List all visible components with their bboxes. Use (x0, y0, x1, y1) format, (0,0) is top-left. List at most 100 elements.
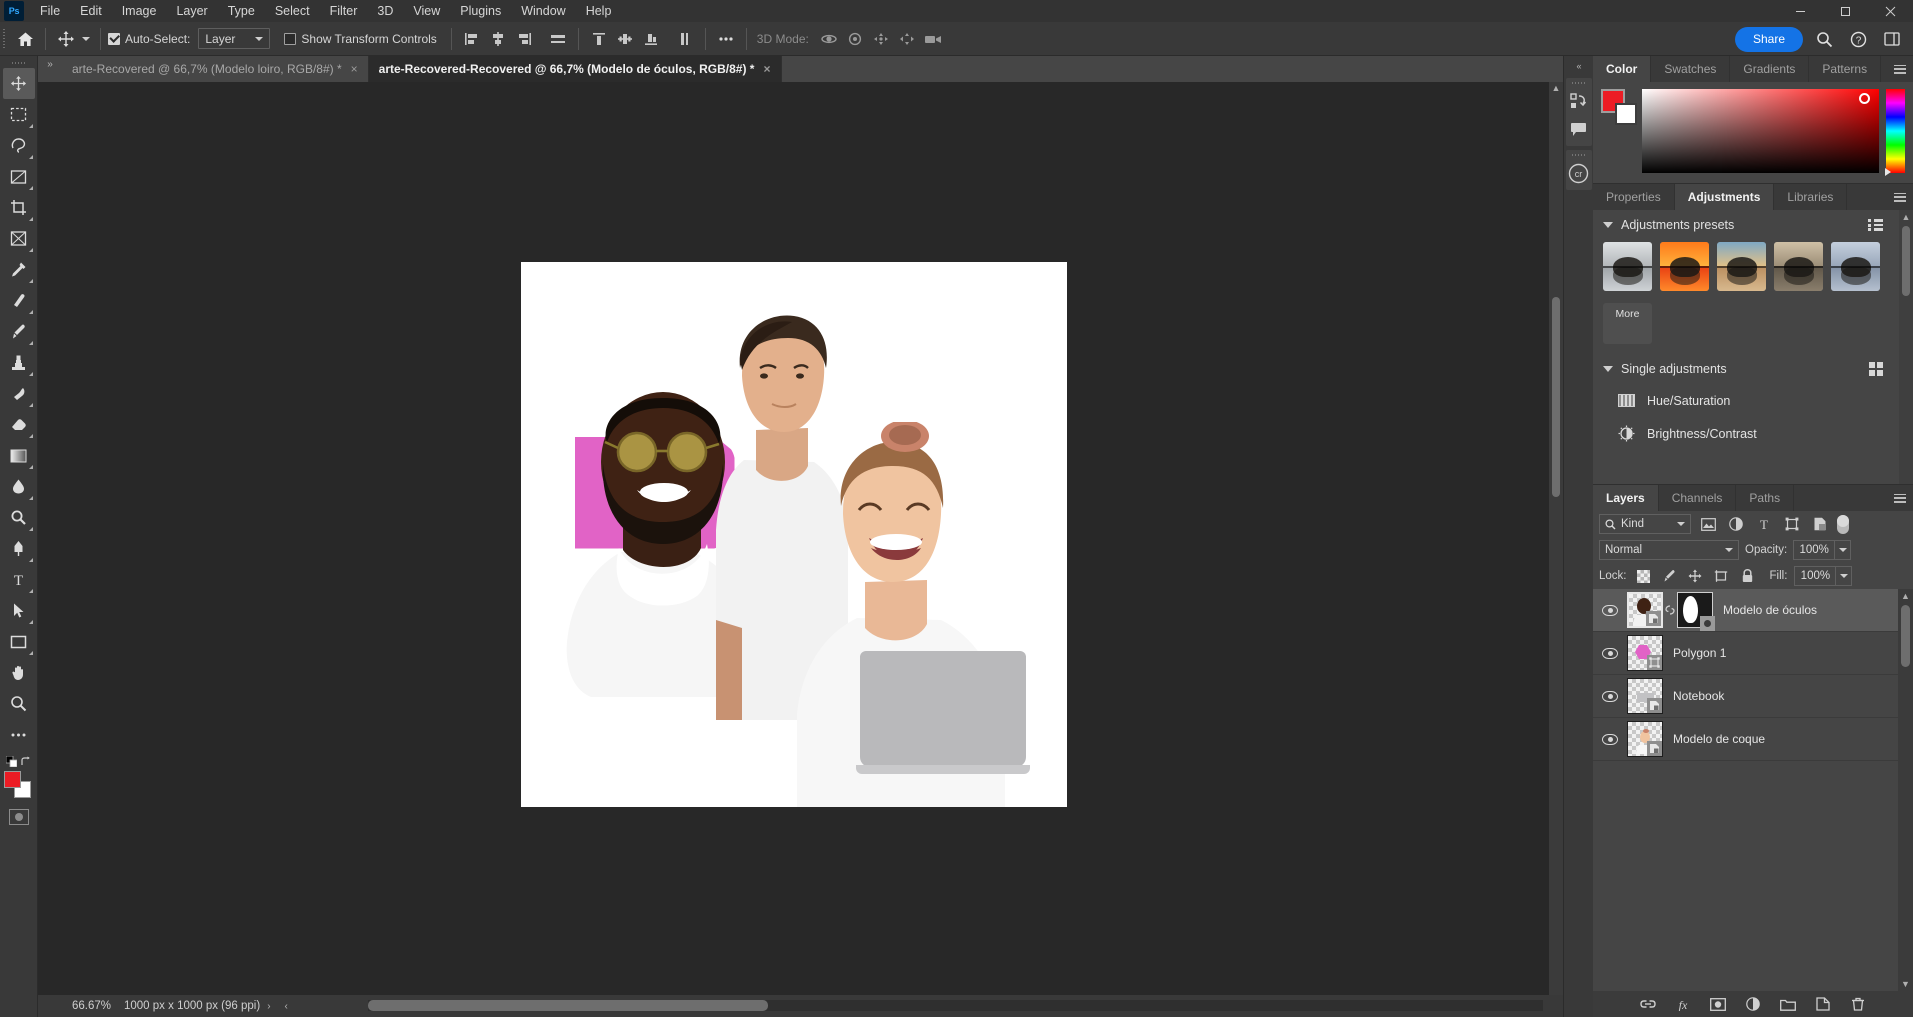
filter-toggle[interactable] (1837, 514, 1849, 534)
minimize-button[interactable] (1778, 0, 1823, 22)
roll-3d-icon[interactable] (842, 26, 868, 52)
preset-black-white[interactable] (1603, 242, 1652, 291)
filter-adjustment-icon[interactable] (1725, 514, 1747, 534)
orbit-3d-icon[interactable] (816, 26, 842, 52)
tab-gradients[interactable]: Gradients (1730, 56, 1810, 82)
menu-window[interactable]: Window (511, 0, 575, 22)
preset-sepia[interactable] (1774, 242, 1823, 291)
hue-slider[interactable] (1885, 89, 1905, 176)
opacity-dropdown-icon[interactable] (1835, 540, 1852, 560)
layer-visibility-toggle[interactable] (1593, 604, 1627, 616)
hand-tool[interactable] (3, 657, 35, 688)
tab-properties[interactable]: Properties (1593, 184, 1675, 210)
layer-visibility-toggle[interactable] (1593, 647, 1627, 659)
color-spectrum-field[interactable] (1642, 89, 1879, 173)
add-layer-mask-icon[interactable] (1708, 994, 1728, 1014)
filter-type-icon[interactable]: T (1753, 514, 1775, 534)
dodge-tool[interactable] (3, 502, 35, 533)
layers-scroll-thumb[interactable] (1901, 605, 1910, 667)
menu-type[interactable]: Type (218, 0, 265, 22)
menu-filter[interactable]: Filter (320, 0, 368, 22)
menu-layer[interactable]: Layer (166, 0, 217, 22)
color-background-swatch[interactable] (1615, 103, 1637, 125)
list-view-icon[interactable] (1868, 219, 1883, 231)
tab-paths[interactable]: Paths (1736, 485, 1795, 511)
default-colors-icon[interactable] (5, 756, 17, 767)
color-swatches[interactable] (3, 771, 34, 801)
scroll-up-arrow[interactable]: ▲ (1552, 82, 1561, 95)
layer-name[interactable]: Modelo de óculos (1713, 603, 1817, 617)
canvas-horizontal-scrollbar[interactable] (368, 1000, 1543, 1011)
canvas-viewport[interactable] (38, 82, 1549, 995)
align-vertical-centers-icon[interactable] (612, 26, 638, 52)
creative-cloud-icon[interactable]: cr (1566, 159, 1592, 187)
layers-scroll-up-arrow[interactable]: ▲ (1901, 589, 1910, 603)
eyedropper-tool[interactable] (3, 254, 35, 285)
new-group-icon[interactable] (1778, 994, 1798, 1014)
layer-visibility-toggle[interactable] (1593, 733, 1627, 745)
toolbar-grip[interactable] (0, 58, 37, 68)
share-button[interactable]: Share (1734, 26, 1803, 52)
hue-slider-marker[interactable] (1885, 168, 1891, 176)
layers-scrollbar[interactable]: ▲ ▼ (1898, 589, 1913, 991)
history-brush-tool[interactable] (3, 378, 35, 409)
adjustment-brightness-contrast[interactable]: Brightness/Contrast (1593, 417, 1913, 450)
help-icon[interactable]: ? (1845, 26, 1871, 52)
layers-scroll-down-arrow[interactable]: ▼ (1901, 977, 1910, 991)
align-left-edges-icon[interactable] (459, 26, 485, 52)
layer-thumbnail[interactable] (1627, 721, 1663, 757)
color-panel-menu-icon[interactable] (1887, 56, 1913, 82)
distribute-vertical-icon[interactable] (672, 26, 698, 52)
pen-tool[interactable] (3, 533, 35, 564)
options-bar-grip[interactable] (0, 22, 8, 56)
menu-plugins[interactable]: Plugins (450, 0, 511, 22)
frame-tool[interactable] (3, 223, 35, 254)
crop-tool[interactable] (3, 192, 35, 223)
lasso-tool[interactable] (3, 130, 35, 161)
adjustments-scroll-thumb[interactable] (1902, 226, 1910, 296)
preset-cool-dusk[interactable] (1717, 242, 1766, 291)
mini-dock-grip[interactable] (1566, 78, 1592, 87)
adjustments-presets-header[interactable]: Adjustments presets (1593, 210, 1913, 240)
collapse-panels-icon[interactable]: « (1576, 58, 1581, 74)
home-icon[interactable] (12, 26, 38, 52)
document-tab-2-close-icon[interactable]: × (763, 63, 770, 75)
auto-select-check-box[interactable] (108, 32, 120, 45)
slide-3d-icon[interactable] (894, 26, 920, 52)
zoom-3d-camera-icon[interactable] (920, 26, 946, 52)
lock-position-icon[interactable] (1686, 567, 1705, 586)
workspace-icon[interactable] (1879, 26, 1905, 52)
quick-mask-toggle-icon[interactable] (8, 809, 29, 825)
distribute-horizontal-icon[interactable] (545, 26, 571, 52)
tab-layers[interactable]: Layers (1593, 485, 1659, 511)
swap-colors-icon[interactable] (20, 756, 32, 767)
align-horizontal-centers-icon[interactable] (485, 26, 511, 52)
lock-transparent-pixels-icon[interactable] (1634, 567, 1653, 586)
filter-pixel-icon[interactable] (1697, 514, 1719, 534)
align-bottom-edges-icon[interactable] (638, 26, 664, 52)
menu-help[interactable]: Help (576, 0, 622, 22)
rectangle-tool[interactable] (3, 626, 35, 657)
mini-dock-grip[interactable] (1566, 150, 1592, 159)
layer-name[interactable]: Modelo de coque (1663, 732, 1765, 746)
layer-visibility-toggle[interactable] (1593, 690, 1627, 702)
link-layers-icon[interactable] (1638, 994, 1658, 1014)
align-right-edges-icon[interactable] (511, 26, 537, 52)
lock-artboard-nesting-icon[interactable] (1712, 567, 1731, 586)
show-transform-checkbox[interactable]: Show Transform Controls (284, 32, 437, 46)
lock-all-icon[interactable] (1738, 567, 1757, 586)
layers-panel-menu-icon[interactable] (1887, 485, 1913, 511)
layer-name[interactable]: Polygon 1 (1663, 646, 1726, 660)
filter-shape-icon[interactable] (1781, 514, 1803, 534)
spot-healing-brush-tool[interactable] (3, 285, 35, 316)
history-icon[interactable] (1566, 87, 1592, 115)
fill-control[interactable]: 100% (1794, 566, 1853, 586)
presets-more-button[interactable]: More (1603, 303, 1652, 344)
comments-icon[interactable] (1566, 115, 1592, 143)
tab-swatches[interactable]: Swatches (1651, 56, 1731, 82)
color-picker-marker[interactable] (1859, 93, 1870, 104)
blur-tool[interactable] (3, 471, 35, 502)
filter-smart-object-icon[interactable] (1809, 514, 1831, 534)
move-tool-icon[interactable] (53, 26, 79, 52)
auto-select-target-dropdown[interactable]: Layer (198, 28, 271, 49)
